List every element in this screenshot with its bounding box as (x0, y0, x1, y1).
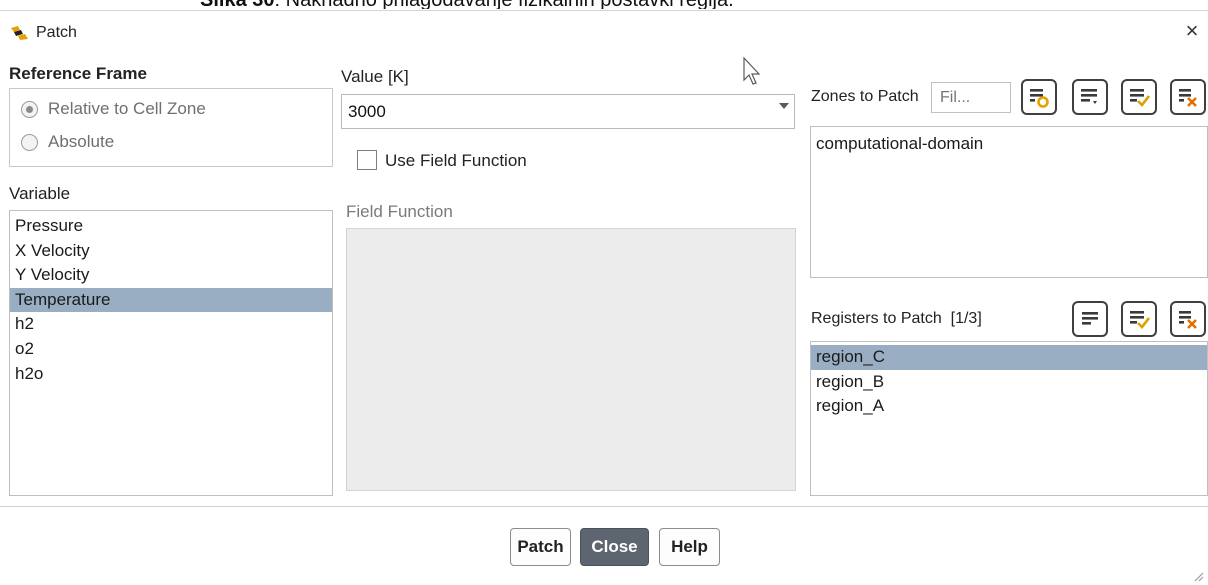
help-button[interactable]: Help (659, 528, 720, 566)
field-function-list (346, 228, 796, 491)
deselect-all-icon (1179, 89, 1197, 107)
deselect-all-icon (1179, 311, 1197, 329)
select-all-icon (1081, 89, 1097, 104)
select-all-button[interactable] (1072, 79, 1108, 115)
radio-label: Absolute (48, 132, 115, 151)
zones-to-patch-label: Zones to Patch (811, 88, 919, 105)
deselect-all-button[interactable] (1170, 79, 1206, 115)
patch-button[interactable]: Patch (510, 528, 571, 566)
list-item[interactable]: h2 (10, 312, 332, 337)
radio-absolute[interactable]: Absolute (21, 132, 114, 152)
zones-filter-input[interactable] (931, 82, 1011, 113)
close-icon[interactable]: × (1180, 18, 1204, 44)
reference-frame-label: Reference Frame (9, 64, 147, 83)
list-item-selected[interactable]: Temperature (10, 287, 332, 313)
registers-list[interactable]: region_C region_B region_A (810, 341, 1208, 496)
window-title: Patch (36, 24, 77, 41)
close-button[interactable]: Close (580, 528, 649, 566)
list-item[interactable]: h2o (10, 362, 332, 387)
use-field-function-checkbox[interactable] (357, 150, 377, 170)
zones-list[interactable]: computational-domain (810, 126, 1208, 278)
caption-text: : Naknadno prilagođavanje fizikalnih pos… (275, 0, 734, 9)
variable-list[interactable]: Pressure X Velocity Y Velocity Temperatu… (9, 210, 333, 496)
list-item[interactable]: o2 (10, 337, 332, 362)
value-input[interactable] (341, 94, 795, 129)
registers-select-all-button[interactable] (1072, 301, 1108, 337)
background-document-caption: Slika 30: Naknadno prilagođavanje fizika… (200, 0, 1000, 9)
list-item[interactable]: Y Velocity (10, 263, 332, 288)
list-item[interactable]: region_B (811, 370, 1207, 395)
variable-label: Variable (9, 184, 71, 203)
registers-deselect-all-button[interactable] (1170, 301, 1206, 337)
list-item[interactable]: Pressure (10, 214, 332, 239)
reference-frame-group: Relative to Cell Zone Absolute (9, 88, 333, 167)
registers-count: [1/3] (950, 310, 982, 327)
window-top-border (0, 10, 1208, 11)
radio-relative-to-cell-zone[interactable]: Relative to Cell Zone (21, 99, 206, 119)
match-zones-icon (1030, 89, 1049, 108)
select-checked-icon (1130, 89, 1151, 107)
list-item-selected[interactable]: region_C (811, 345, 1207, 370)
radio-label: Relative to Cell Zone (48, 99, 206, 118)
fluent-app-icon (10, 25, 30, 41)
caption-label: Slika 30 (200, 0, 275, 9)
radio-checked-icon[interactable] (21, 100, 38, 118)
select-checked-button[interactable] (1121, 79, 1157, 115)
list-item[interactable]: X Velocity (10, 239, 332, 264)
radio-unchecked-icon[interactable] (21, 133, 38, 151)
use-field-function-label: Use Field Function (385, 151, 527, 170)
field-function-label: Field Function (346, 202, 453, 221)
list-item[interactable]: region_A (811, 394, 1207, 419)
resize-grip-icon[interactable] (1192, 570, 1204, 582)
footer-separator (0, 506, 1208, 507)
match-zones-button[interactable] (1021, 79, 1057, 115)
list-item[interactable]: computational-domain (811, 132, 1207, 157)
select-all-icon (1082, 312, 1098, 325)
registers-label-text: Registers to Patch (811, 310, 942, 327)
registers-to-patch-label: Registers to Patch [1/3] (811, 310, 982, 328)
select-checked-icon (1130, 311, 1151, 329)
value-label: Value [K] (341, 67, 409, 86)
registers-select-checked-button[interactable] (1121, 301, 1157, 337)
chevron-down-icon[interactable] (779, 103, 789, 109)
mouse-pointer-icon (743, 57, 761, 85)
